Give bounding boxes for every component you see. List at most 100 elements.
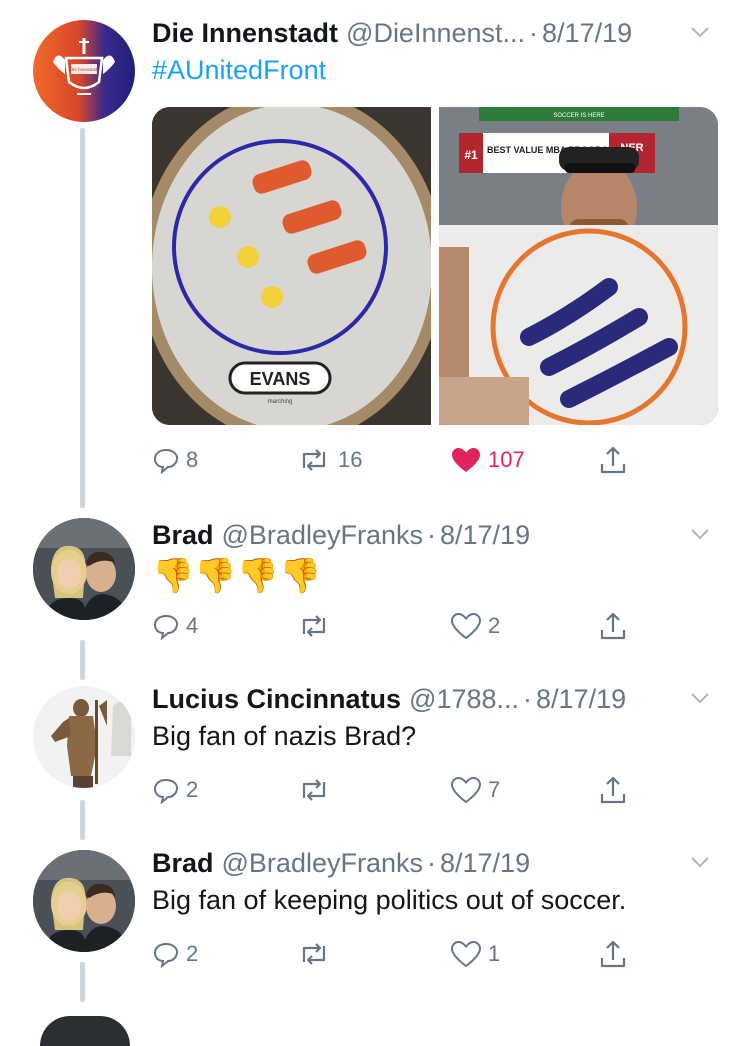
tweet-content: Brad @BradleyFranks · 8/17/19 👎👎👎👎 bbox=[152, 518, 720, 596]
svg-text:#1: #1 bbox=[464, 148, 478, 162]
like-count: 1 bbox=[488, 941, 501, 966]
tweet-date[interactable]: 8/17/19 bbox=[536, 682, 626, 716]
tweet-header: Lucius Cincinnatus @1788... · 8/17/19 bbox=[152, 682, 720, 716]
heart-icon bbox=[450, 940, 482, 968]
svg-text:SOCCER IS HERE: SOCCER IS HERE bbox=[553, 113, 604, 119]
reply-icon bbox=[153, 614, 179, 640]
heart-icon bbox=[450, 776, 482, 804]
like-count: 7 bbox=[488, 777, 501, 802]
like-button[interactable]: 1 bbox=[450, 934, 500, 974]
tweet-header: Brad @BradleyFranks · 8/17/19 bbox=[152, 518, 720, 552]
share-button[interactable] bbox=[598, 770, 628, 810]
reply-icon bbox=[153, 942, 179, 968]
tweet-text: 👎👎👎👎 bbox=[152, 557, 322, 595]
tweet-actions: 4 2 bbox=[152, 606, 642, 646]
reply-count: 2 bbox=[186, 941, 199, 966]
reply-icon bbox=[153, 778, 179, 804]
share-icon bbox=[600, 940, 626, 968]
tweet-header: Die Innenstadt @DieInnenst... · 8/17/19 bbox=[152, 16, 720, 50]
user-handle[interactable]: @DieInnenst... bbox=[346, 16, 525, 50]
avatar[interactable] bbox=[33, 686, 135, 788]
retweet-button[interactable]: 16 bbox=[296, 440, 362, 480]
tweet[interactable]: Lucius Cincinnatus @1788... · 8/17/19 Bi… bbox=[0, 682, 740, 812]
media-image-drum[interactable]: EVANS marching bbox=[152, 107, 431, 425]
display-name[interactable]: Brad bbox=[152, 518, 214, 552]
tweet-date[interactable]: 8/17/19 bbox=[440, 518, 530, 552]
tweet-text: Big fan of nazis Brad? bbox=[152, 721, 417, 751]
retweet-icon bbox=[302, 779, 326, 801]
tweet-actions: 2 7 bbox=[152, 770, 642, 810]
svg-text:EVANS: EVANS bbox=[250, 369, 311, 389]
reply-icon bbox=[153, 448, 179, 474]
avatar[interactable] bbox=[33, 850, 135, 952]
chevron-down-icon[interactable] bbox=[688, 850, 712, 874]
reply-button[interactable]: 4 bbox=[152, 606, 198, 646]
reply-button[interactable]: 2 bbox=[152, 770, 198, 810]
like-button[interactable]: 107 bbox=[450, 440, 525, 480]
reply-button[interactable]: 8 bbox=[152, 440, 198, 480]
retweet-button[interactable] bbox=[296, 770, 338, 810]
drum-head-image: EVANS marching bbox=[152, 107, 431, 425]
like-count: 107 bbox=[488, 447, 525, 472]
couple-photo-avatar bbox=[33, 518, 135, 620]
tweet-content: Lucius Cincinnatus @1788... · 8/17/19 Bi… bbox=[152, 682, 720, 754]
user-handle[interactable]: @BradleyFranks bbox=[222, 518, 423, 552]
display-name[interactable]: Brad bbox=[152, 846, 214, 880]
reply-button[interactable]: 2 bbox=[152, 934, 198, 974]
retweet-button[interactable] bbox=[296, 606, 338, 646]
tweet-date[interactable]: 8/17/19 bbox=[542, 16, 632, 50]
separator-dot: · bbox=[427, 848, 436, 878]
reply-count: 4 bbox=[186, 613, 199, 638]
separator-dot: · bbox=[529, 18, 539, 48]
tweet[interactable]: Brad @BradleyFranks · 8/17/19 👎👎👎👎 4 2 bbox=[0, 518, 740, 648]
media-image-banner[interactable]: SOCCER IS HERE #1 BEST VALUE MBA PROGRAM… bbox=[439, 107, 718, 425]
retweet-count: 16 bbox=[338, 447, 363, 472]
like-count: 2 bbox=[488, 613, 501, 638]
tweet-content: Brad @BradleyFranks · 8/17/19 Big fan of… bbox=[152, 846, 720, 918]
retweet-icon bbox=[302, 449, 326, 471]
retweet-icon bbox=[302, 615, 326, 637]
tweet-actions: 8 16 107 bbox=[152, 440, 642, 480]
chevron-down-icon[interactable] bbox=[688, 686, 712, 710]
hashtag-link[interactable]: #AUnitedFront bbox=[152, 52, 720, 88]
tweet-text: Big fan of keeping politics out of socce… bbox=[152, 885, 627, 915]
tweet-date[interactable]: 8/17/19 bbox=[440, 846, 530, 880]
tweet[interactable]: Brad @BradleyFranks · 8/17/19 Big fan of… bbox=[0, 846, 740, 986]
retweet-button[interactable] bbox=[296, 934, 338, 974]
like-button[interactable]: 7 bbox=[450, 770, 500, 810]
share-icon bbox=[600, 446, 626, 474]
tweet-content: Die Innenstadt @DieInnenst... · 8/17/19 … bbox=[152, 16, 720, 88]
share-button[interactable] bbox=[598, 606, 628, 646]
svg-text:marching: marching bbox=[268, 399, 293, 405]
user-handle[interactable]: @1788... bbox=[409, 682, 519, 716]
tweet-actions: 2 1 bbox=[152, 934, 642, 974]
display-name[interactable]: Die Innenstadt bbox=[152, 16, 338, 50]
tweet[interactable]: Die Innenstadt Die Innenstadt @DieInnens… bbox=[0, 16, 740, 496]
tweet-header: Brad @BradleyFranks · 8/17/19 bbox=[152, 846, 720, 880]
avatar[interactable] bbox=[33, 518, 135, 620]
avatar-partial[interactable] bbox=[40, 1016, 130, 1046]
statue-photo-avatar bbox=[33, 686, 135, 788]
fan-banner-image: SOCCER IS HERE #1 BEST VALUE MBA PROGRAM… bbox=[439, 107, 718, 425]
separator-dot: · bbox=[427, 520, 436, 550]
separator-dot: · bbox=[523, 684, 533, 714]
like-button[interactable]: 2 bbox=[450, 606, 500, 646]
share-button[interactable] bbox=[598, 934, 628, 974]
user-handle[interactable]: @BradleyFranks bbox=[222, 846, 423, 880]
display-name[interactable]: Lucius Cincinnatus bbox=[152, 682, 401, 716]
retweet-icon bbox=[302, 943, 326, 965]
crest-logo-icon: Die Innenstadt bbox=[53, 38, 115, 95]
share-icon bbox=[600, 612, 626, 640]
reply-count: 8 bbox=[186, 447, 199, 472]
chevron-down-icon[interactable] bbox=[688, 522, 712, 546]
svg-text:Die Innenstadt: Die Innenstadt bbox=[69, 68, 99, 73]
heart-filled-icon bbox=[452, 448, 480, 472]
share-icon bbox=[600, 776, 626, 804]
share-button[interactable] bbox=[598, 440, 628, 480]
heart-icon bbox=[450, 612, 482, 640]
couple-photo-avatar bbox=[33, 850, 135, 952]
avatar[interactable]: Die Innenstadt bbox=[33, 20, 135, 122]
chevron-down-icon[interactable] bbox=[688, 20, 712, 44]
tweet-media[interactable]: EVANS marching SOCCER IS HERE #1 BEST VA… bbox=[152, 107, 718, 425]
reply-count: 2 bbox=[186, 777, 199, 802]
